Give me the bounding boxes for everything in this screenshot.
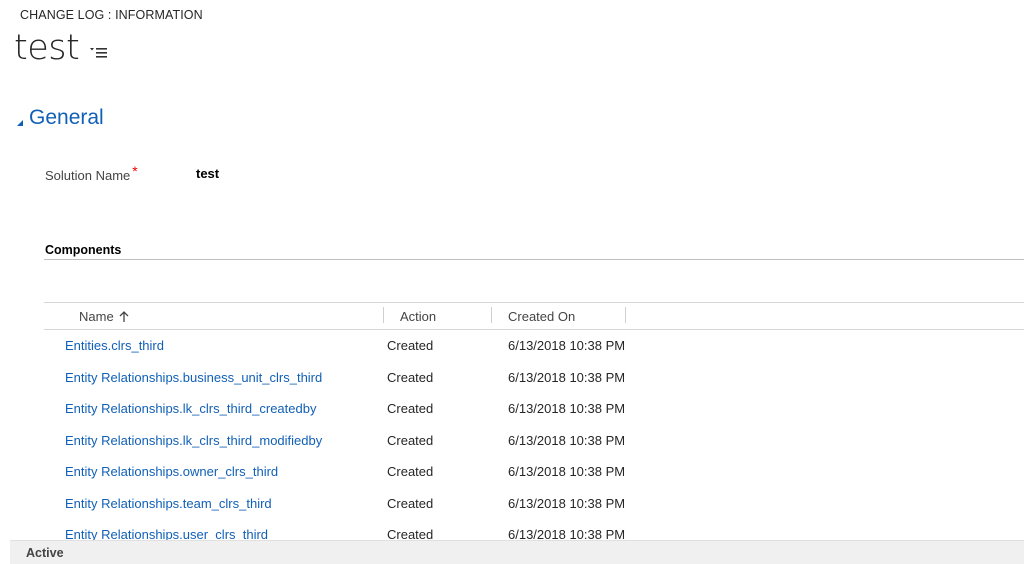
- component-created-on: 6/13/2018 10:38 PM: [508, 401, 626, 416]
- record-title: test: [14, 28, 80, 68]
- status-text: Active: [26, 546, 64, 560]
- column-separator[interactable]: [491, 307, 492, 323]
- grid-header: Name Action Created On: [44, 302, 1024, 330]
- breadcrumb: CHANGE LOG : INFORMATION: [20, 8, 203, 22]
- components-grid: Name Action Created On Entities.clrs_thi…: [44, 302, 1024, 551]
- column-header-name-label: Name: [79, 309, 114, 324]
- required-indicator: *: [132, 163, 138, 179]
- component-created-on: 6/13/2018 10:38 PM: [508, 464, 626, 479]
- column-header-created-on-label: Created On: [508, 309, 576, 324]
- section-header-general[interactable]: General: [16, 106, 104, 130]
- component-name-link[interactable]: Entities.clrs_third: [65, 338, 164, 353]
- component-name-link[interactable]: Entity Relationships.lk_clrs_third_creat…: [65, 401, 316, 416]
- solution-name-value[interactable]: test: [196, 166, 219, 181]
- component-action: Created: [387, 432, 434, 448]
- grid-body: Entities.clrs_third Created 6/13/2018 10…: [44, 330, 1024, 551]
- component-created-on: 6/13/2018 10:38 PM: [508, 432, 626, 448]
- sort-arrow-up-icon: [119, 310, 129, 323]
- status-bar: Active: [10, 540, 1024, 564]
- component-action: Created: [387, 369, 434, 385]
- column-separator[interactable]: [625, 307, 626, 323]
- component-name-link[interactable]: Entity Relationships.lk_clrs_third_modif…: [65, 433, 322, 448]
- table-row[interactable]: Entity Relationships.team_clrs_third Cre…: [44, 488, 1024, 520]
- components-label: Components: [45, 243, 122, 257]
- table-row[interactable]: Entity Relationships.business_unit_clrs_…: [44, 362, 1024, 394]
- column-header-created-on[interactable]: Created On: [508, 309, 575, 324]
- solution-name-label: Solution Name *: [45, 163, 138, 183]
- table-row[interactable]: Entity Relationships.lk_clrs_third_creat…: [44, 393, 1024, 425]
- list-menu-icon[interactable]: [89, 44, 109, 60]
- column-header-name[interactable]: Name: [79, 309, 129, 324]
- column-separator[interactable]: [383, 307, 384, 323]
- component-created-on: 6/13/2018 10:38 PM: [508, 338, 626, 353]
- column-header-action-label: Action: [400, 309, 437, 324]
- table-row[interactable]: Entity Relationships.lk_clrs_third_modif…: [44, 425, 1024, 457]
- component-created-on: 6/13/2018 10:38 PM: [508, 369, 626, 385]
- collapse-triangle-icon[interactable]: [16, 114, 24, 126]
- component-name-link[interactable]: Entity Relationships.business_unit_clrs_…: [65, 370, 322, 385]
- component-action: Created: [387, 464, 434, 479]
- column-header-action[interactable]: Action: [400, 309, 436, 324]
- component-action: Created: [387, 338, 434, 353]
- component-created-on: 6/13/2018 10:38 PM: [508, 495, 626, 511]
- record-title-row: test: [14, 26, 109, 70]
- table-row[interactable]: Entity Relationships.owner_clrs_third Cr…: [44, 456, 1024, 488]
- component-name-link[interactable]: Entity Relationships.team_clrs_third: [65, 496, 272, 511]
- component-action: Created: [387, 401, 434, 416]
- components-divider: [44, 259, 1024, 260]
- component-name-link[interactable]: Entity Relationships.owner_clrs_third: [65, 464, 278, 479]
- solution-name-label-text: Solution Name: [45, 168, 131, 183]
- section-title: General: [29, 106, 104, 129]
- table-row[interactable]: Entities.clrs_third Created 6/13/2018 10…: [44, 330, 1024, 362]
- component-action: Created: [387, 495, 434, 511]
